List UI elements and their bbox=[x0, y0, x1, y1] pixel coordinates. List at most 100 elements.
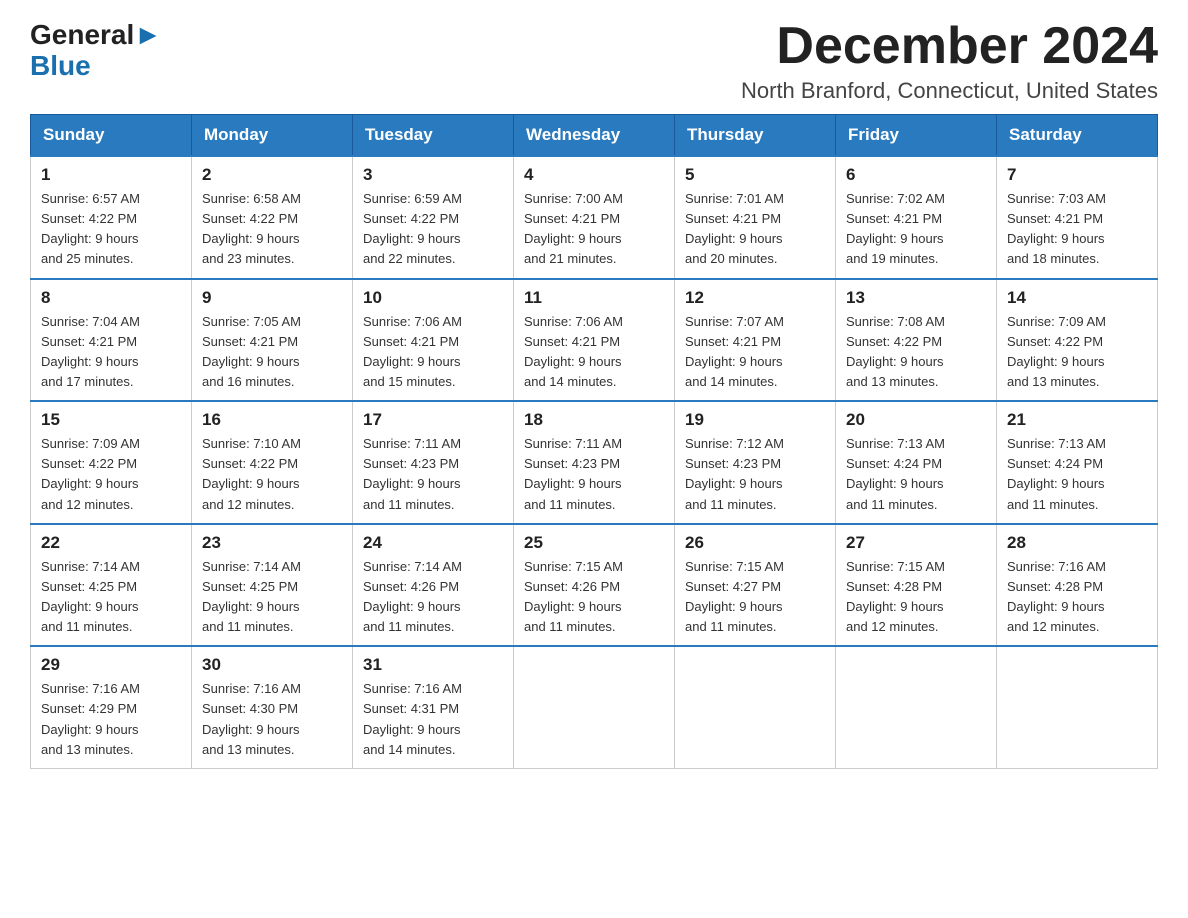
calendar-cell: 12 Sunrise: 7:07 AMSunset: 4:21 PMDayligh… bbox=[675, 279, 836, 402]
day-info: Sunrise: 7:14 AMSunset: 4:26 PMDaylight:… bbox=[363, 557, 503, 638]
week-row-1: 1 Sunrise: 6:57 AMSunset: 4:22 PMDaylight… bbox=[31, 156, 1158, 279]
day-number: 3 bbox=[363, 165, 503, 185]
calendar-cell: 2Sunrise: 6:58 AMSunset: 4:22 PMDaylight… bbox=[192, 156, 353, 279]
day-info: Sunrise: 7:04 AMSunset: 4:21 PMDaylight:… bbox=[41, 312, 181, 393]
calendar-cell: 14 Sunrise: 7:09 AMSunset: 4:22 PMDayligh… bbox=[997, 279, 1158, 402]
day-number: 10 bbox=[363, 288, 503, 308]
day-number: 26 bbox=[685, 533, 825, 553]
calendar-cell: 8 Sunrise: 7:04 AMSunset: 4:21 PMDaylight… bbox=[31, 279, 192, 402]
day-number: 17 bbox=[363, 410, 503, 430]
day-info: Sunrise: 6:59 AMSunset: 4:22 PMDaylight:… bbox=[363, 189, 503, 270]
day-info: Sunrise: 7:11 AMSunset: 4:23 PMDaylight:… bbox=[363, 434, 503, 515]
weekday-header-sunday: Sunday bbox=[31, 115, 192, 157]
day-number: 18 bbox=[524, 410, 664, 430]
day-number: 14 bbox=[1007, 288, 1147, 308]
day-info: Sunrise: 7:15 AMSunset: 4:26 PMDaylight:… bbox=[524, 557, 664, 638]
calendar-cell: 9Sunrise: 7:05 AMSunset: 4:21 PMDaylight… bbox=[192, 279, 353, 402]
calendar-cell: 10 Sunrise: 7:06 AMSunset: 4:21 PMDayligh… bbox=[353, 279, 514, 402]
day-info: Sunrise: 7:02 AMSunset: 4:21 PMDaylight:… bbox=[846, 189, 986, 270]
logo-line1: General► bbox=[30, 20, 162, 51]
day-info: Sunrise: 7:15 AMSunset: 4:27 PMDaylight:… bbox=[685, 557, 825, 638]
day-number: 27 bbox=[846, 533, 986, 553]
weekday-header-saturday: Saturday bbox=[997, 115, 1158, 157]
day-info: Sunrise: 6:57 AMSunset: 4:22 PMDaylight:… bbox=[41, 189, 181, 270]
day-number: 15 bbox=[41, 410, 181, 430]
day-info: Sunrise: 7:16 AMSunset: 4:29 PMDaylight:… bbox=[41, 679, 181, 760]
day-number: 5 bbox=[685, 165, 825, 185]
logo: General► Blue bbox=[30, 20, 162, 82]
day-info: Sunrise: 7:13 AMSunset: 4:24 PMDaylight:… bbox=[1007, 434, 1147, 515]
calendar-cell: 13 Sunrise: 7:08 AMSunset: 4:22 PMDayligh… bbox=[836, 279, 997, 402]
day-number: 9 bbox=[202, 288, 342, 308]
day-number: 30 bbox=[202, 655, 342, 675]
day-info: Sunrise: 7:16 AMSunset: 4:28 PMDaylight:… bbox=[1007, 557, 1147, 638]
calendar-cell: 30Sunrise: 7:16 AMSunset: 4:30 PMDayligh… bbox=[192, 646, 353, 768]
day-info: Sunrise: 7:15 AMSunset: 4:28 PMDaylight:… bbox=[846, 557, 986, 638]
week-row-5: 29 Sunrise: 7:16 AMSunset: 4:29 PMDayligh… bbox=[31, 646, 1158, 768]
day-number: 24 bbox=[363, 533, 503, 553]
calendar-cell: 27 Sunrise: 7:15 AMSunset: 4:28 PMDayligh… bbox=[836, 524, 997, 647]
day-info: Sunrise: 7:06 AMSunset: 4:21 PMDaylight:… bbox=[524, 312, 664, 393]
calendar-cell: 5Sunrise: 7:01 AMSunset: 4:21 PMDaylight… bbox=[675, 156, 836, 279]
week-row-3: 15 Sunrise: 7:09 AMSunset: 4:22 PMDayligh… bbox=[31, 401, 1158, 524]
day-info: Sunrise: 7:00 AMSunset: 4:21 PMDaylight:… bbox=[524, 189, 664, 270]
calendar-cell: 15 Sunrise: 7:09 AMSunset: 4:22 PMDayligh… bbox=[31, 401, 192, 524]
day-number: 12 bbox=[685, 288, 825, 308]
day-info: Sunrise: 7:14 AMSunset: 4:25 PMDaylight:… bbox=[41, 557, 181, 638]
day-info: Sunrise: 7:08 AMSunset: 4:22 PMDaylight:… bbox=[846, 312, 986, 393]
calendar-cell bbox=[997, 646, 1158, 768]
day-number: 20 bbox=[846, 410, 986, 430]
weekday-header-row: SundayMondayTuesdayWednesdayThursdayFrid… bbox=[31, 115, 1158, 157]
day-info: Sunrise: 7:13 AMSunset: 4:24 PMDaylight:… bbox=[846, 434, 986, 515]
title-area: December 2024 North Branford, Connecticu… bbox=[741, 20, 1158, 104]
location-title: North Branford, Connecticut, United Stat… bbox=[741, 78, 1158, 104]
day-info: Sunrise: 7:06 AMSunset: 4:21 PMDaylight:… bbox=[363, 312, 503, 393]
day-number: 7 bbox=[1007, 165, 1147, 185]
calendar-cell: 18 Sunrise: 7:11 AMSunset: 4:23 PMDayligh… bbox=[514, 401, 675, 524]
page-header: General► Blue December 2024 North Branfo… bbox=[30, 20, 1158, 104]
day-info: Sunrise: 7:11 AMSunset: 4:23 PMDaylight:… bbox=[524, 434, 664, 515]
calendar-cell: 6Sunrise: 7:02 AMSunset: 4:21 PMDaylight… bbox=[836, 156, 997, 279]
day-number: 23 bbox=[202, 533, 342, 553]
day-number: 4 bbox=[524, 165, 664, 185]
day-number: 25 bbox=[524, 533, 664, 553]
logo-arrow: ► bbox=[134, 19, 162, 50]
day-number: 29 bbox=[41, 655, 181, 675]
day-number: 31 bbox=[363, 655, 503, 675]
month-title: December 2024 bbox=[741, 20, 1158, 72]
calendar-cell: 25 Sunrise: 7:15 AMSunset: 4:26 PMDayligh… bbox=[514, 524, 675, 647]
day-info: Sunrise: 7:07 AMSunset: 4:21 PMDaylight:… bbox=[685, 312, 825, 393]
day-number: 8 bbox=[41, 288, 181, 308]
day-number: 19 bbox=[685, 410, 825, 430]
calendar-cell: 31Sunrise: 7:16 AMSunset: 4:31 PMDayligh… bbox=[353, 646, 514, 768]
day-info: Sunrise: 7:14 AMSunset: 4:25 PMDaylight:… bbox=[202, 557, 342, 638]
week-row-4: 22 Sunrise: 7:14 AMSunset: 4:25 PMDayligh… bbox=[31, 524, 1158, 647]
calendar-cell: 19Sunrise: 7:12 AMSunset: 4:23 PMDayligh… bbox=[675, 401, 836, 524]
day-info: Sunrise: 7:10 AMSunset: 4:22 PMDaylight:… bbox=[202, 434, 342, 515]
calendar-cell: 16 Sunrise: 7:10 AMSunset: 4:22 PMDayligh… bbox=[192, 401, 353, 524]
calendar-cell: 1 Sunrise: 6:57 AMSunset: 4:22 PMDaylight… bbox=[31, 156, 192, 279]
calendar-cell: 23 Sunrise: 7:14 AMSunset: 4:25 PMDayligh… bbox=[192, 524, 353, 647]
day-number: 16 bbox=[202, 410, 342, 430]
calendar-cell bbox=[836, 646, 997, 768]
day-info: Sunrise: 7:09 AMSunset: 4:22 PMDaylight:… bbox=[41, 434, 181, 515]
calendar-cell: 17 Sunrise: 7:11 AMSunset: 4:23 PMDayligh… bbox=[353, 401, 514, 524]
day-info: Sunrise: 7:09 AMSunset: 4:22 PMDaylight:… bbox=[1007, 312, 1147, 393]
calendar-cell bbox=[675, 646, 836, 768]
calendar-cell: 7 Sunrise: 7:03 AMSunset: 4:21 PMDaylight… bbox=[997, 156, 1158, 279]
calendar-cell: 11 Sunrise: 7:06 AMSunset: 4:21 PMDayligh… bbox=[514, 279, 675, 402]
calendar-table: SundayMondayTuesdayWednesdayThursdayFrid… bbox=[30, 114, 1158, 769]
day-number: 1 bbox=[41, 165, 181, 185]
weekday-header-tuesday: Tuesday bbox=[353, 115, 514, 157]
day-number: 11 bbox=[524, 288, 664, 308]
calendar-cell: 20 Sunrise: 7:13 AMSunset: 4:24 PMDayligh… bbox=[836, 401, 997, 524]
calendar-cell: 21Sunrise: 7:13 AMSunset: 4:24 PMDayligh… bbox=[997, 401, 1158, 524]
day-number: 22 bbox=[41, 533, 181, 553]
calendar-cell bbox=[514, 646, 675, 768]
day-number: 13 bbox=[846, 288, 986, 308]
logo-line2: Blue bbox=[30, 51, 91, 82]
day-info: Sunrise: 6:58 AMSunset: 4:22 PMDaylight:… bbox=[202, 189, 342, 270]
calendar-cell: 26 Sunrise: 7:15 AMSunset: 4:27 PMDayligh… bbox=[675, 524, 836, 647]
calendar-cell: 4 Sunrise: 7:00 AMSunset: 4:21 PMDaylight… bbox=[514, 156, 675, 279]
day-info: Sunrise: 7:03 AMSunset: 4:21 PMDaylight:… bbox=[1007, 189, 1147, 270]
